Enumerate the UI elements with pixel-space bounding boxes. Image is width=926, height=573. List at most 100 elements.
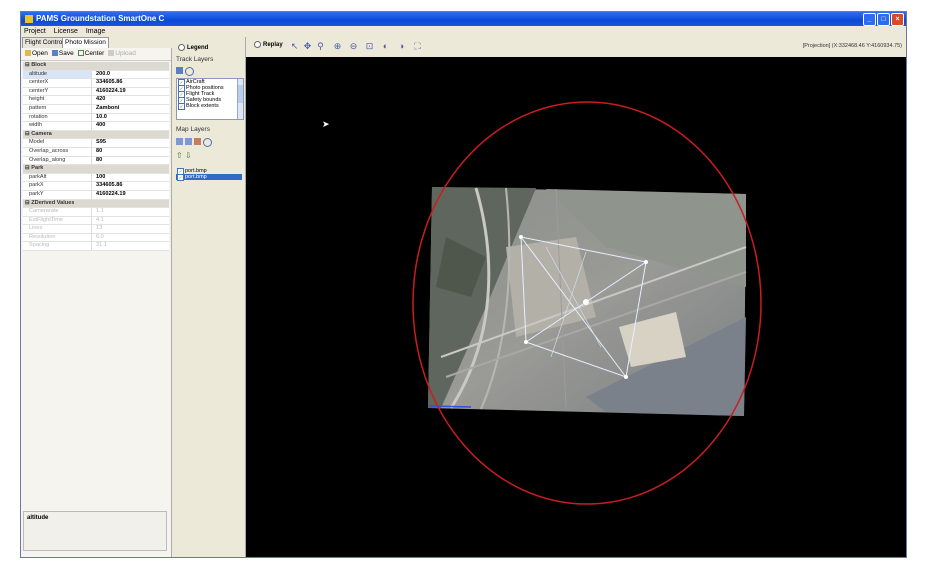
save-icon[interactable] bbox=[176, 67, 183, 74]
property-value[interactable]: 400 bbox=[92, 122, 105, 130]
save-button[interactable]: Save bbox=[51, 48, 74, 60]
property-value[interactable]: 31.1 bbox=[92, 242, 107, 250]
property-row[interactable]: EstFlightTime 4.1 bbox=[23, 216, 169, 226]
zoom-in-icon[interactable]: ⊕ bbox=[332, 41, 343, 52]
property-value[interactable]: 1.1 bbox=[92, 208, 104, 216]
category-label: ⊟ Park bbox=[25, 165, 44, 172]
menu-image[interactable]: Image bbox=[86, 28, 105, 35]
title-bar[interactable]: PAMS Groundstation SmartOne C _ □ × bbox=[21, 12, 906, 26]
property-row[interactable]: altitude 200.0 bbox=[23, 70, 169, 80]
property-row[interactable]: pattern Zamboni bbox=[23, 104, 169, 114]
add-layer-icon[interactable] bbox=[185, 138, 192, 145]
app-window: PAMS Groundstation SmartOne C _ □ × Proj… bbox=[20, 11, 907, 558]
property-value[interactable]: 80 bbox=[92, 148, 102, 156]
property-row[interactable]: parkAlt 100 bbox=[23, 173, 169, 183]
property-row[interactable]: Overlap_along 80 bbox=[23, 156, 169, 166]
map-layers-title: Map Layers bbox=[176, 126, 210, 133]
property-row[interactable]: Resolution 6.0 bbox=[23, 233, 169, 243]
property-value[interactable]: 334605.86 bbox=[92, 79, 122, 87]
property-category[interactable]: ⊟ Park bbox=[23, 165, 169, 174]
property-value[interactable]: 6.0 bbox=[92, 234, 104, 242]
select-tool-icon[interactable]: ↖ bbox=[289, 41, 300, 52]
add-layer-icon[interactable] bbox=[176, 138, 183, 145]
property-key: Camerarate bbox=[23, 208, 92, 216]
property-value[interactable]: 334605.86 bbox=[92, 182, 122, 190]
upload-button[interactable]: Upload bbox=[108, 48, 136, 60]
property-value[interactable]: 4160224.19 bbox=[92, 191, 126, 199]
layers-panel: Legend Track Layers AirCraft Photo posit… bbox=[172, 37, 246, 557]
zoom-prev-icon[interactable]: ◐ bbox=[380, 41, 391, 52]
track-layers-scrollbar[interactable] bbox=[237, 79, 243, 119]
track-layers-list[interactable]: AirCraft Photo positions Flight Track Sa… bbox=[176, 78, 244, 120]
category-label: ⊟ Camera bbox=[25, 130, 52, 137]
property-row[interactable]: Spacing 31.1 bbox=[23, 242, 169, 252]
property-key: altitude bbox=[23, 70, 92, 79]
mouse-cursor-icon: ➤ bbox=[322, 119, 330, 129]
zoom-layer-icon[interactable] bbox=[203, 138, 212, 147]
app-icon bbox=[25, 14, 33, 23]
minimize-button[interactable]: _ bbox=[863, 13, 876, 26]
map-layer-item-selected[interactable]: port.bmp bbox=[176, 174, 242, 181]
property-value[interactable]: S95 bbox=[92, 139, 106, 147]
menu-license[interactable]: License bbox=[54, 28, 78, 35]
move-up-icon[interactable]: ⇧ bbox=[176, 152, 183, 160]
zoom-next-icon[interactable]: ◑ bbox=[396, 41, 407, 52]
open-button[interactable]: Open bbox=[25, 48, 48, 60]
track-layer-item[interactable]: Block extents bbox=[177, 103, 243, 110]
property-category[interactable]: ⊟ Block bbox=[23, 62, 169, 71]
property-row[interactable]: centerX 334605.86 bbox=[23, 79, 169, 88]
scroll-thumb[interactable] bbox=[238, 85, 243, 103]
map-layer-tools bbox=[176, 138, 212, 147]
property-row[interactable]: Lines 13 bbox=[23, 225, 169, 234]
zoom-out-icon[interactable]: ⊖ bbox=[348, 41, 359, 52]
zoom-full-icon[interactable]: ⛶ bbox=[412, 41, 423, 52]
property-key: height bbox=[23, 96, 92, 104]
legend-button[interactable]: Legend bbox=[178, 44, 208, 51]
tab-photo-mission[interactable]: Photo Mission bbox=[62, 37, 109, 48]
property-row[interactable]: Model S95 bbox=[23, 139, 169, 148]
category-label: ⊟ ZDerived Values bbox=[25, 199, 75, 206]
menu-project[interactable]: Project bbox=[24, 28, 46, 35]
tab-flight-control[interactable]: Flight Control bbox=[22, 37, 67, 48]
zoom-area-icon[interactable]: ⊡ bbox=[364, 41, 375, 52]
property-row[interactable]: height 420 bbox=[23, 96, 169, 105]
property-row[interactable]: parkY 4160224.19 bbox=[23, 190, 169, 200]
property-value[interactable]: 100 bbox=[92, 174, 105, 182]
remove-layer-icon[interactable] bbox=[194, 138, 201, 145]
property-value[interactable]: 4.1 bbox=[92, 217, 104, 225]
property-key: EstFlightTime bbox=[23, 216, 92, 225]
property-category[interactable]: ⊟ Camera bbox=[23, 130, 169, 140]
property-value[interactable]: 420 bbox=[92, 96, 105, 104]
property-row[interactable]: width 400 bbox=[23, 122, 169, 131]
property-value[interactable]: 10.0 bbox=[92, 114, 107, 122]
close-button[interactable]: × bbox=[891, 13, 904, 26]
property-key: width bbox=[23, 122, 92, 130]
property-value[interactable]: Zamboni bbox=[92, 105, 119, 113]
map-canvas[interactable]: ➤ bbox=[246, 57, 906, 557]
folder-icon bbox=[25, 50, 31, 57]
pan-tool-icon[interactable]: ✥ bbox=[302, 41, 313, 52]
center-button[interactable]: Center bbox=[77, 48, 104, 60]
map-layer-svg bbox=[412, 101, 762, 505]
move-down-icon[interactable]: ⇩ bbox=[185, 152, 192, 160]
property-row[interactable]: parkX 334605.86 bbox=[23, 182, 169, 191]
property-row[interactable]: rotation 10.0 bbox=[23, 113, 169, 123]
property-value[interactable]: 80 bbox=[92, 157, 102, 165]
property-value[interactable]: 13 bbox=[92, 225, 102, 233]
block-center-marker bbox=[583, 299, 589, 305]
property-key: rotation bbox=[23, 113, 92, 122]
radio-icon bbox=[178, 44, 185, 51]
property-row[interactable]: centerY 4160224.19 bbox=[23, 87, 169, 97]
property-category[interactable]: ⊟ ZDerived Values bbox=[23, 199, 169, 209]
zoom-layer-icon[interactable] bbox=[185, 67, 194, 76]
window-controls: _ □ × bbox=[863, 13, 904, 26]
map-layers-list[interactable]: port.bmp port.bmp bbox=[176, 168, 242, 181]
replay-button[interactable]: Replay bbox=[254, 41, 283, 48]
property-value[interactable]: 4160224.19 bbox=[92, 88, 126, 96]
zoom-tool-icon[interactable]: ⚲ bbox=[315, 41, 326, 52]
property-grid[interactable]: ⊟ Block altitude 200.0 centerX 334605.86 cent… bbox=[23, 62, 169, 252]
property-value[interactable]: 200.0 bbox=[92, 71, 110, 79]
maximize-button[interactable]: □ bbox=[877, 13, 890, 26]
property-row[interactable]: Camerarate 1.1 bbox=[23, 208, 169, 217]
property-row[interactable]: Overlap_across 80 bbox=[23, 147, 169, 157]
